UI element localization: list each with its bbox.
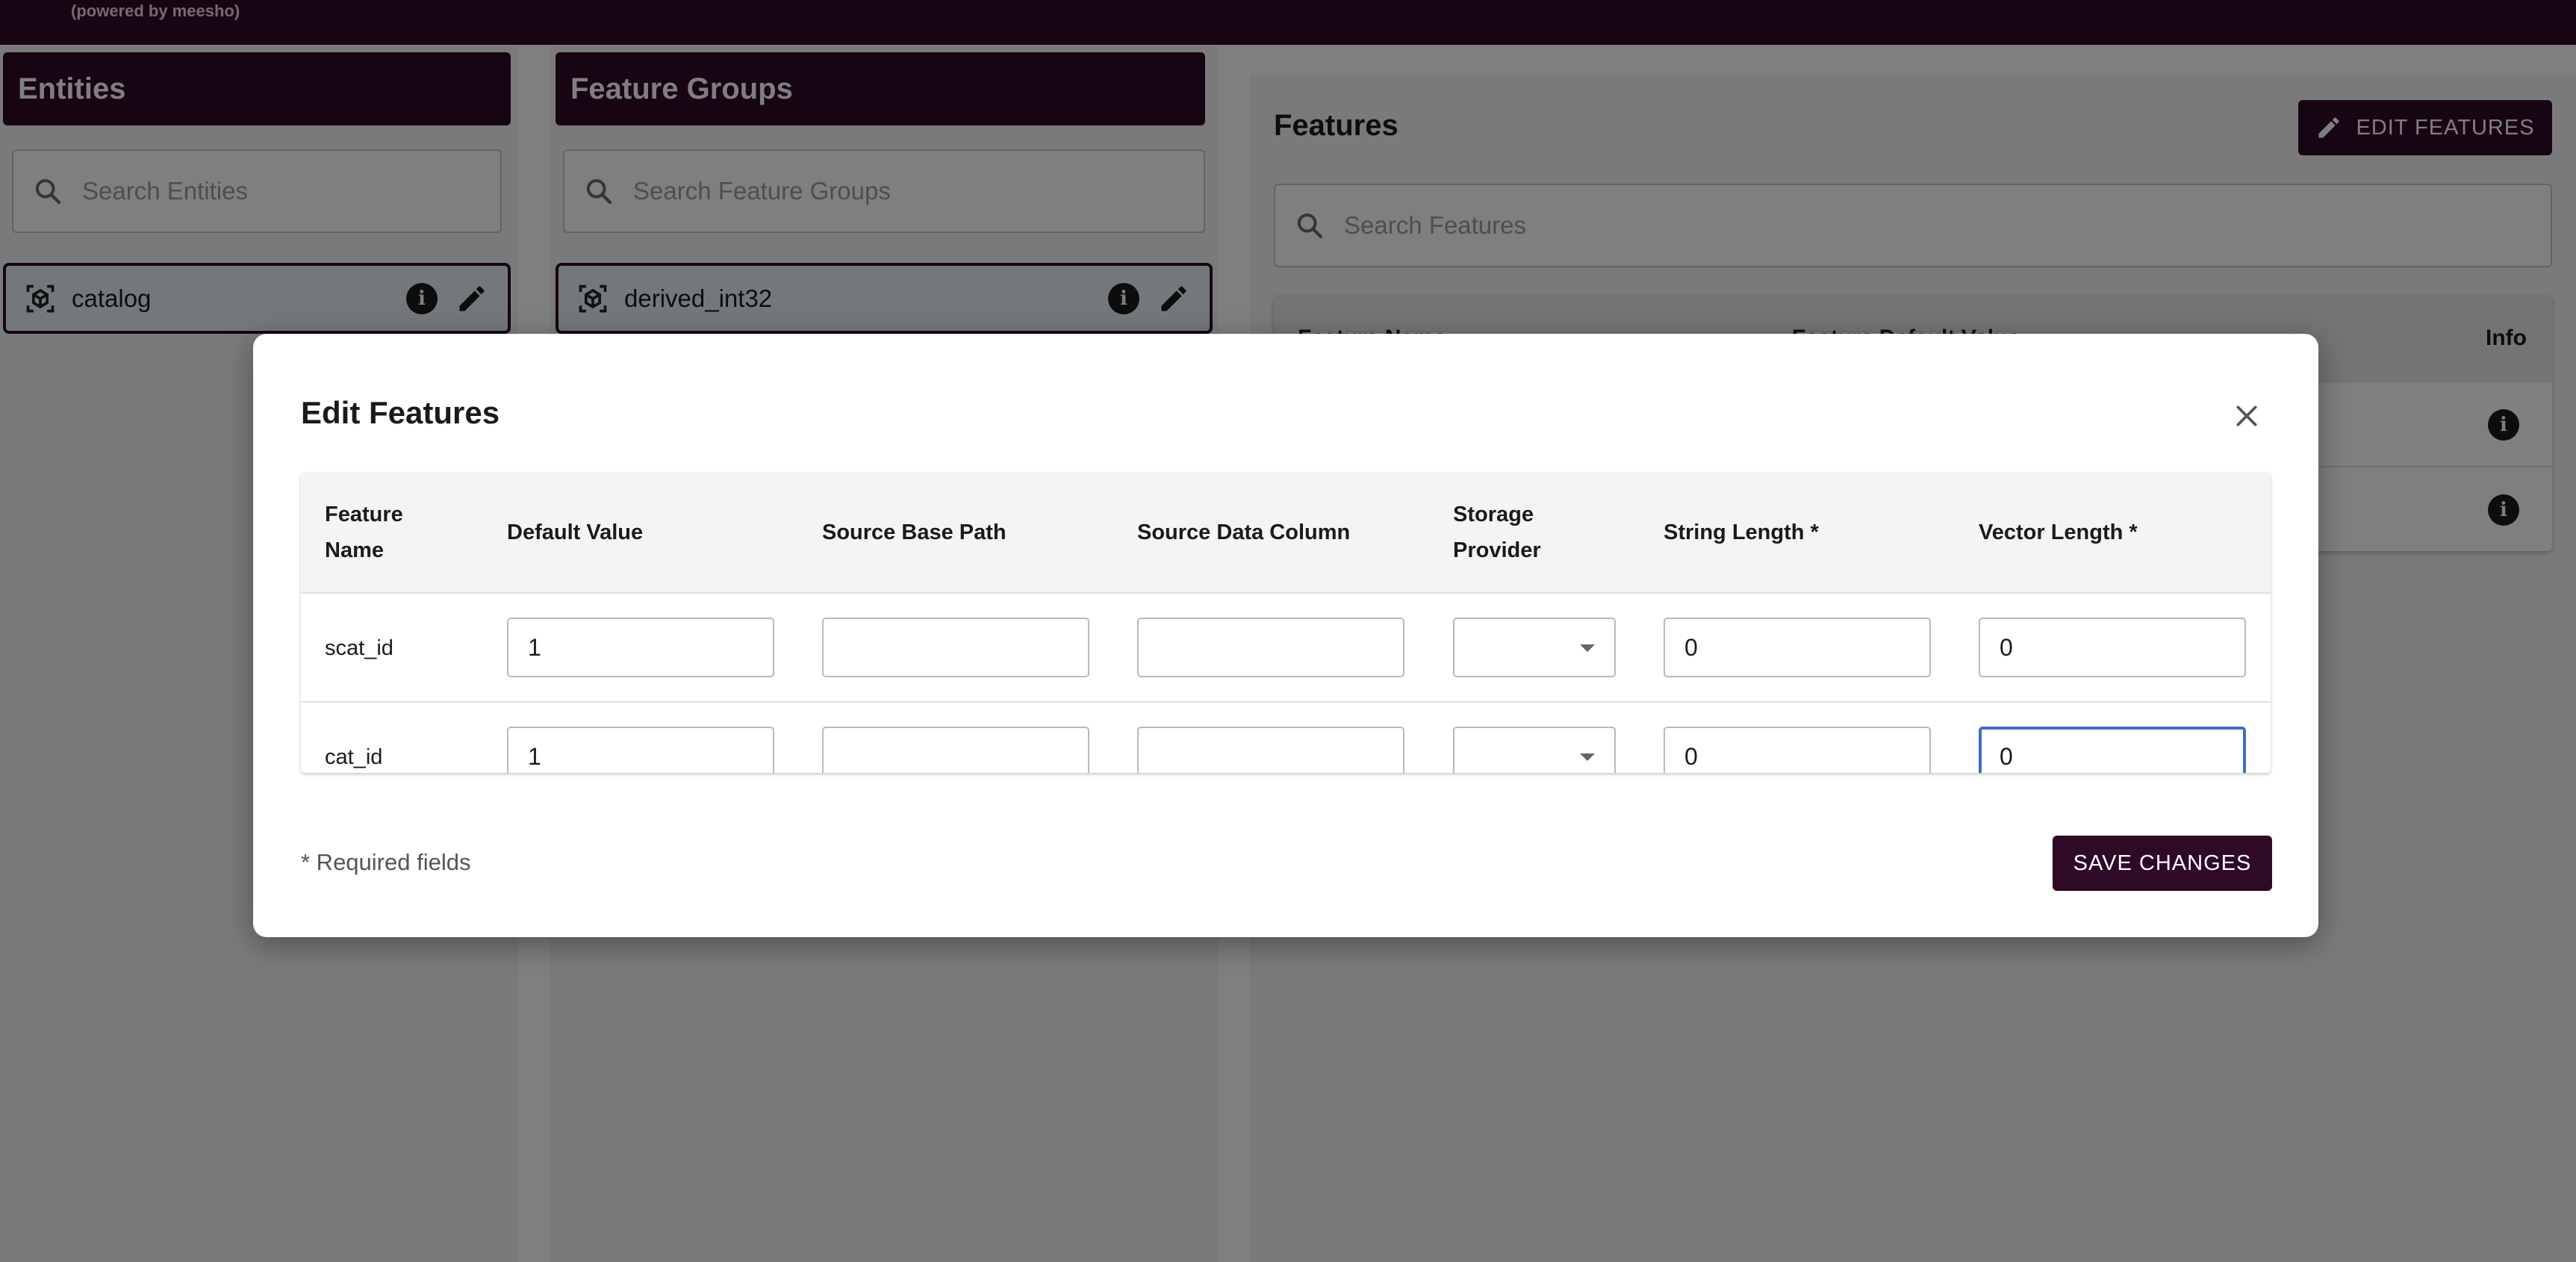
storage-provider-select[interactable] xyxy=(1453,618,1616,677)
edit-features-dialog: Edit Features Feature Name Default Value… xyxy=(253,334,2318,937)
source-data-column-input[interactable] xyxy=(1137,618,1404,677)
vector-length-input-focused[interactable]: 0 xyxy=(1979,727,2246,773)
save-changes-button[interactable]: SAVE CHANGES xyxy=(2053,836,2272,891)
vector-length-input[interactable]: 0 xyxy=(1979,618,2246,677)
close-button[interactable] xyxy=(2224,394,2269,438)
table-row-scat-id: scat_id 1 0 0 xyxy=(301,592,2271,701)
feature-name-cell: scat_id xyxy=(325,636,393,660)
string-length-input[interactable]: 0 xyxy=(1664,727,1931,773)
save-changes-label: SAVE CHANGES xyxy=(2073,851,2252,875)
column-header-feature-name: Feature Name xyxy=(325,503,403,562)
edit-table-header: Feature Name Default Value Source Base P… xyxy=(301,473,2271,592)
required-fields-note: * Required fields xyxy=(301,849,471,875)
feature-name-cell: cat_id xyxy=(325,745,383,769)
storage-provider-select[interactable] xyxy=(1453,727,1616,773)
source-base-path-input[interactable] xyxy=(822,727,1089,773)
edit-features-table: Feature Name Default Value Source Base P… xyxy=(301,473,2271,773)
column-header-string-length: String Length * xyxy=(1664,520,1819,544)
table-row-cat-id: cat_id 1 0 0 xyxy=(301,701,2271,773)
column-header-storage-provider: Storage Provider xyxy=(1453,503,1541,562)
column-header-source-data-column: Source Data Column xyxy=(1137,520,1351,544)
column-header-vector-length: Vector Length * xyxy=(1979,520,2138,544)
string-length-input[interactable]: 0 xyxy=(1664,618,1931,677)
dropdown-caret-icon xyxy=(1580,753,1595,761)
close-icon xyxy=(2236,405,2257,426)
default-value-input[interactable]: 1 xyxy=(507,618,774,677)
source-data-column-input[interactable] xyxy=(1137,727,1404,773)
dialog-title: Edit Features xyxy=(301,395,500,430)
source-base-path-input[interactable] xyxy=(822,618,1089,677)
default-value-input[interactable]: 1 xyxy=(507,727,774,773)
column-header-source-base-path: Source Base Path xyxy=(822,520,1007,544)
column-header-default-value: Default Value xyxy=(507,520,644,544)
dropdown-caret-icon xyxy=(1580,644,1595,652)
